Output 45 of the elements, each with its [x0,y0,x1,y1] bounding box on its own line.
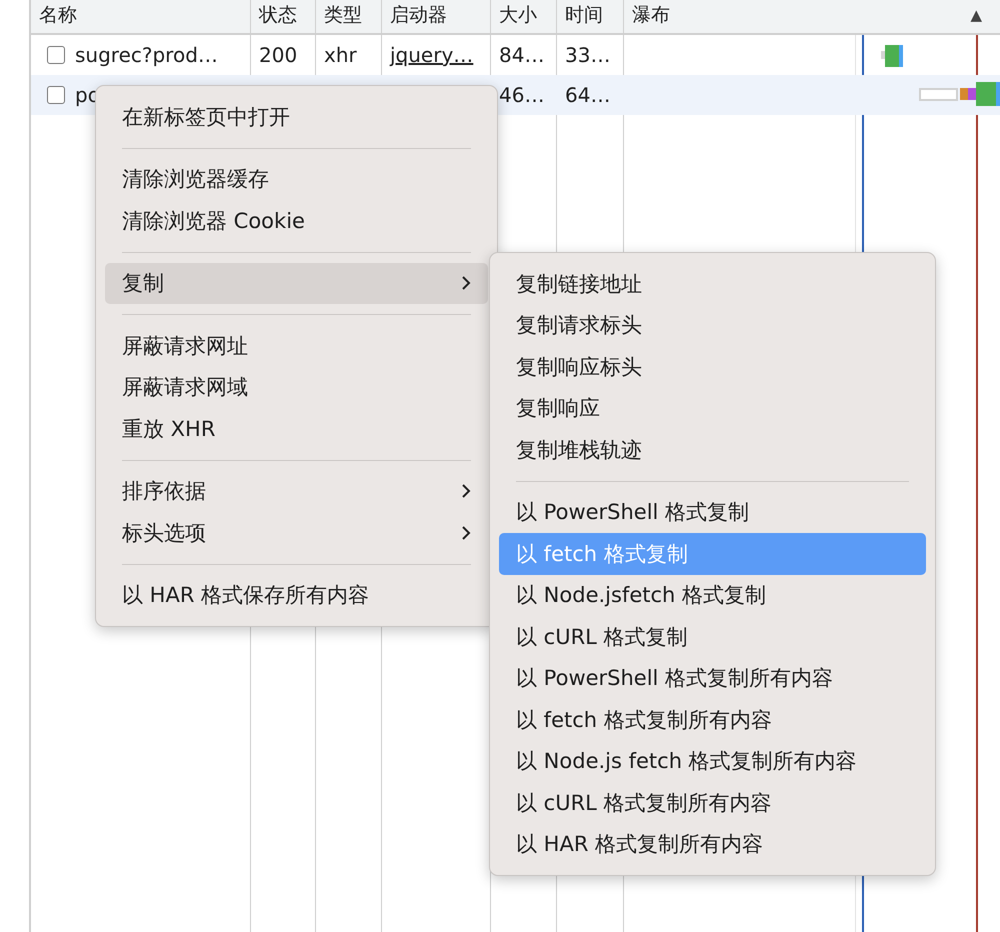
table-cell: 200 [259,43,298,67]
table-cell: 64… [565,83,610,107]
menu-item[interactable]: 以 Node.jsfetch 格式复制 [499,574,926,616]
menu-item[interactable]: 以 PowerShell 格式复制所有内容 [499,658,926,699]
table-cell: 84… [499,43,544,67]
menu-item[interactable]: 以 HAR 格式保存所有内容 [105,574,488,616]
menu-item[interactable]: 清除浏览器缓存 [105,158,488,200]
table-cell: xhr [324,43,357,67]
table-cell: 33… [565,43,610,67]
menu-item[interactable]: 排序依据 [105,470,488,512]
menu-item[interactable]: 复制链接地址 [499,263,926,304]
chevron-right-icon [461,483,471,500]
column-header[interactable]: 瀑布 [632,4,670,33]
column-header[interactable]: 状态 [259,4,297,33]
chevron-right-icon [461,275,471,292]
table-cell: sugrec?prod… [75,43,218,67]
column-header[interactable]: 启动器 [390,4,447,33]
column-header[interactable]: 类型 [324,4,362,33]
checkbox[interactable] [47,86,65,104]
table-row[interactable]: sugrec?prod… 200 xhr jquery… 84… 33… [31,35,1000,75]
menu-item[interactable]: 复制响应 [499,388,926,429]
menu-item[interactable]: 清除浏览器 Cookie [105,200,488,242]
menu-item[interactable]: 标头选项 [105,512,488,554]
sort-indicator[interactable]: ▲ [970,4,992,33]
column-header[interactable]: 时间 [565,4,603,33]
menu-item[interactable]: 以 Node.js fetch 格式复制所有内容 [499,740,926,782]
initiator-link[interactable]: jquery… [390,43,474,67]
menu-item[interactable]: 屏蔽请求网域 [105,366,488,408]
chevron-right-icon [461,524,471,541]
menu-item[interactable]: 复制响应标头 [499,346,926,388]
menu-item[interactable]: 以 cURL 格式复制 [499,616,926,658]
menu-item[interactable]: 以 HAR 格式复制所有内容 [499,824,926,865]
menu-item[interactable]: 复制堆栈轨迹 [499,429,926,470]
waterfall-bar-drawing [881,43,905,69]
column-header[interactable]: 名称 [39,4,77,33]
table-cell: 46… [499,83,544,107]
menu-item[interactable]: 复制请求标头 [499,304,926,346]
menu-item[interactable]: 以 cURL 格式复制所有内容 [499,782,926,824]
column-header[interactable]: 大小 [499,4,537,33]
menu-item[interactable]: 以 fetch 格式复制所有内容 [499,699,926,740]
menu-item[interactable]: 复制 [105,262,488,304]
menu-item[interactable]: 重放 XHR [105,408,488,450]
checkbox[interactable] [47,46,65,64]
menu-item[interactable]: 屏蔽请求网址 [105,325,488,366]
menu-item[interactable]: 以 PowerShell 格式复制 [499,492,926,533]
